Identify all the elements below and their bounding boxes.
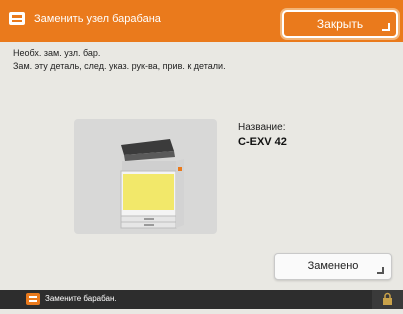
message-line-1: Необх. зам. узл. бар. (13, 48, 101, 58)
printer-icon (120, 139, 184, 229)
dialog-header: Заменить узел барабана Закрыть (0, 0, 403, 42)
corner-arrow-icon (377, 267, 384, 274)
replaced-button-label: Заменено (307, 260, 359, 272)
replaced-button[interactable]: Заменено (274, 253, 392, 280)
part-name-label: Название: (238, 122, 286, 133)
lock-icon[interactable] (372, 290, 403, 309)
close-button[interactable]: Закрыть (282, 10, 398, 38)
close-button-label: Закрыть (316, 17, 364, 31)
printer-illustration (74, 119, 217, 234)
part-name-value: C-EXV 42 (238, 136, 287, 148)
corner-arrow-icon (382, 23, 390, 31)
status-bar: Замените барабан. (0, 290, 403, 309)
instruction-message: Необх. зам. узл. бар. Зам. эту деталь, с… (13, 47, 226, 73)
warning-panel-icon (9, 12, 25, 25)
status-message: Замените барабан. (45, 294, 117, 303)
dialog-title: Заменить узел барабана (34, 13, 161, 25)
message-line-2: Зам. эту деталь, след. указ. рук-ва, при… (13, 61, 226, 71)
alert-icon[interactable] (26, 293, 40, 305)
